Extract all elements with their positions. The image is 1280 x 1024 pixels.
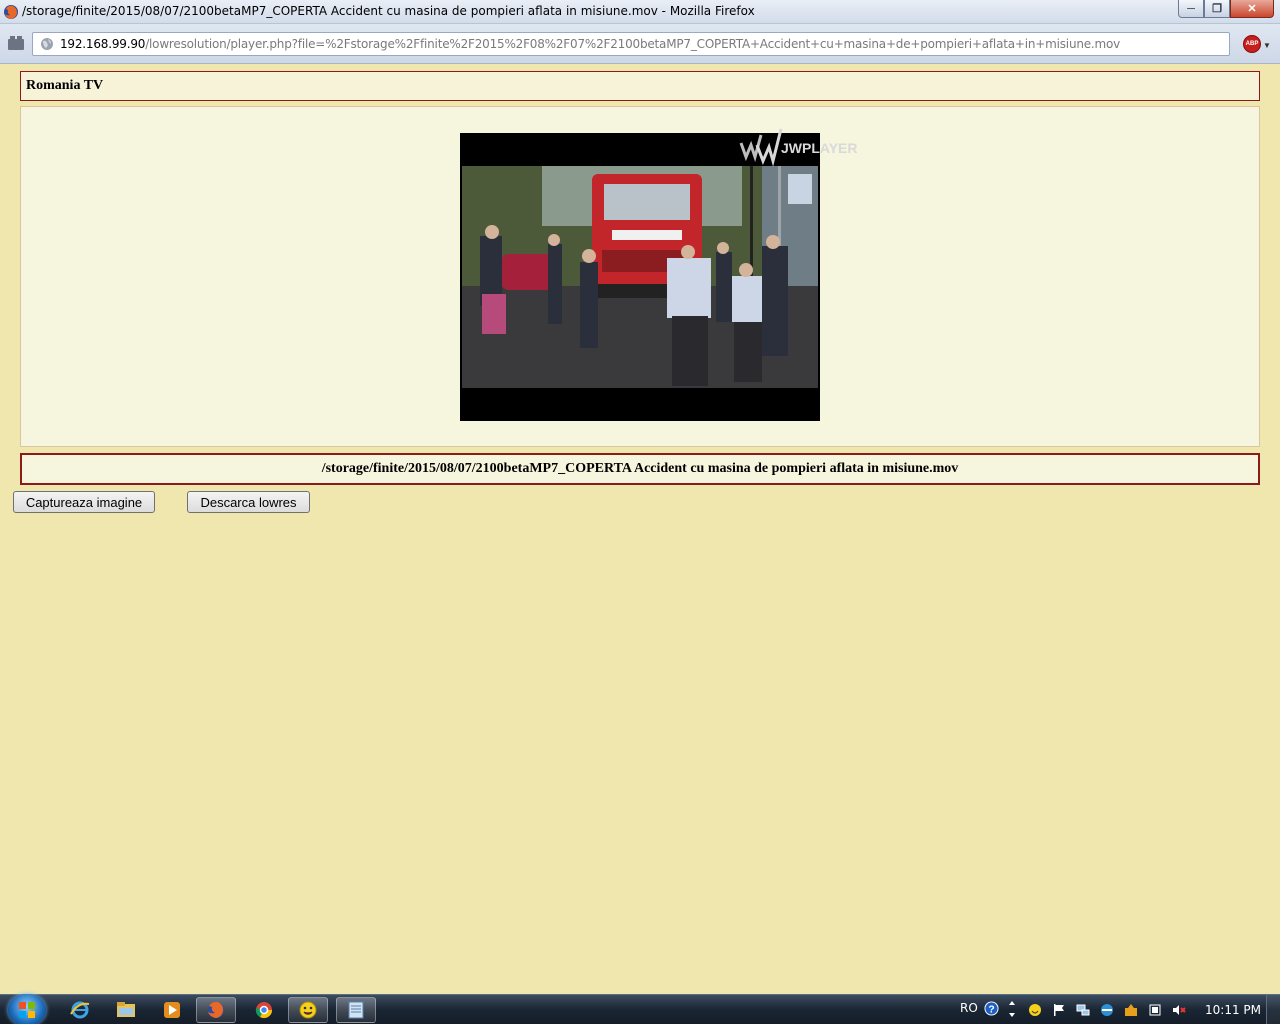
- video-still-image: [462, 166, 818, 388]
- chrome-icon: [255, 1002, 273, 1019]
- taskbar-chrome[interactable]: [244, 997, 284, 1023]
- url-path: /lowresolution/player.php?file=%2Fstorag…: [145, 37, 1121, 51]
- firefox-icon: [4, 5, 18, 19]
- capture-image-button[interactable]: Captureaza imagine: [13, 491, 155, 513]
- windows-logo-icon: [19, 1002, 35, 1018]
- firefox-taskbar-icon: [208, 1001, 224, 1018]
- volume-muted-icon[interactable]: [1172, 1003, 1186, 1017]
- power-tray-icon[interactable]: [1148, 1003, 1162, 1017]
- file-path-box: /storage/finite/2015/08/07/2100betaMP7_C…: [20, 453, 1260, 485]
- help-icon[interactable]: ?: [984, 1001, 999, 1016]
- tray-overflow-arrows-icon[interactable]: [1007, 999, 1017, 1019]
- window-titlebar[interactable]: /storage/finite/2015/08/07/2100betaMP7_C…: [0, 0, 1280, 24]
- tab-groups-icon[interactable]: [7, 35, 25, 51]
- channel-title: Romania TV: [26, 78, 104, 93]
- language-indicator[interactable]: RO: [960, 1001, 978, 1015]
- antivirus-tray-icon[interactable]: [1100, 1003, 1114, 1017]
- taskbar-firefox[interactable]: [196, 997, 236, 1023]
- video-player[interactable]: JWPLAYER: [460, 128, 858, 421]
- adblock-menu-chevron-down-icon[interactable]: ▼: [1263, 41, 1271, 50]
- media-player-icon: [164, 1002, 180, 1018]
- navigation-toolbar: 192.168.99.90/lowresolution/player.php?f…: [0, 24, 1280, 64]
- window-title: /storage/finite/2015/08/07/2100betaMP7_C…: [22, 4, 755, 18]
- taskbar-internet-explorer[interactable]: [60, 997, 100, 1023]
- taskbar-notepad[interactable]: [336, 997, 376, 1023]
- site-identity-globe-icon[interactable]: [40, 37, 54, 51]
- folder-icon: [117, 1002, 135, 1017]
- network-tray-icon[interactable]: [1076, 1003, 1090, 1017]
- messenger-smiley-icon: [299, 1001, 317, 1019]
- action-center-flag-icon[interactable]: [1052, 1003, 1066, 1017]
- url-text[interactable]: 192.168.99.90/lowresolution/player.php?f…: [60, 37, 1120, 51]
- url-host: 192.168.99.90: [60, 37, 146, 51]
- close-button[interactable]: ✕: [1230, 0, 1274, 18]
- player-container: JWPLAYER: [20, 106, 1260, 447]
- maximize-button[interactable]: ❐: [1204, 0, 1230, 18]
- minimize-button[interactable]: ─: [1178, 0, 1204, 18]
- windows-taskbar: RO ? 10:11 PM: [0, 994, 1280, 1024]
- internet-explorer-icon: [70, 1001, 90, 1019]
- video-frame[interactable]: [462, 166, 818, 388]
- taskbar-windows-explorer[interactable]: [106, 997, 146, 1023]
- jwplayer-logo-icon: JWPLAYER: [739, 128, 858, 167]
- channel-header: Romania TV: [20, 71, 1260, 101]
- adblock-plus-icon[interactable]: ABP: [1243, 35, 1261, 53]
- start-button-windows-icon[interactable]: [8, 994, 46, 1024]
- taskbar-messenger[interactable]: [288, 997, 328, 1023]
- download-lowres-button[interactable]: Descarca lowres: [187, 491, 310, 513]
- svg-text:?: ?: [988, 1004, 994, 1015]
- file-path-text: /storage/finite/2015/08/07/2100betaMP7_C…: [321, 461, 959, 476]
- notepad-icon: [348, 1001, 364, 1019]
- taskbar-clock[interactable]: 10:11 PM: [1205, 1003, 1261, 1017]
- update-shield-icon[interactable]: [1124, 1003, 1138, 1017]
- jwplayer-logo-text: JWPLAYER: [781, 140, 858, 156]
- show-desktop-button[interactable]: [1266, 995, 1280, 1024]
- url-bar[interactable]: 192.168.99.90/lowresolution/player.php?f…: [32, 32, 1230, 56]
- taskbar-media-player[interactable]: [152, 997, 192, 1023]
- messenger-tray-icon[interactable]: [1028, 1003, 1042, 1017]
